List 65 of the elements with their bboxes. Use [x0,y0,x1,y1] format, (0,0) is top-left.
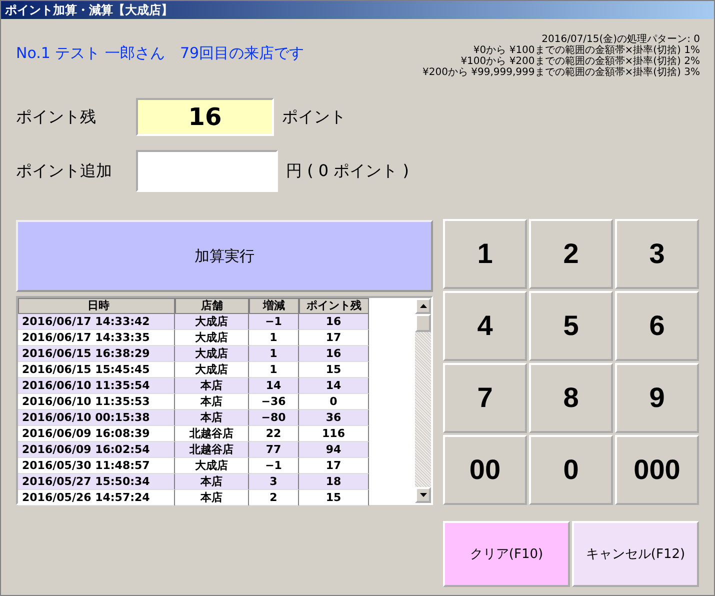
table-cell: 2016/06/10 11:35:54 [18,378,175,394]
clear-button[interactable]: クリア(F10) [443,521,570,587]
keypad-key[interactable]: 7 [443,363,527,433]
rule-text: ¥100から ¥200までの範囲の金額帯×掛率(切捨) 2% [460,56,700,67]
scrollbar[interactable] [415,298,431,503]
table-cell: 36 [299,410,369,426]
table-cell: 2016/06/10 00:15:38 [18,410,175,426]
table-cell: 本店 [175,410,249,426]
table-cell: −80 [249,410,299,426]
table-cell: 14 [299,378,369,394]
column-header[interactable]: 増減 [249,298,299,314]
keypad-key[interactable]: 4 [443,291,527,361]
add-label: ポイント追加 [16,160,113,182]
table-cell: 北越谷店 [175,442,249,458]
table-cell: 大成店 [175,314,249,330]
add-unit: 円 ( 0 ポイント ) [286,160,410,182]
column-header[interactable]: ポイント残 [299,298,369,314]
up-arrow-icon [420,304,426,308]
rule-text: 2016/07/15(金)の処理パターン: 0 [540,34,700,45]
scroll-up-button[interactable] [415,298,431,314]
keypad-key[interactable]: 8 [529,363,613,433]
keypad-key[interactable]: 9 [615,363,699,433]
table-cell: 16 [299,314,369,330]
table-cell: 大成店 [175,346,249,362]
keypad-key[interactable]: 3 [615,219,699,289]
amount-input[interactable] [136,150,278,192]
execute-button[interactable]: 加算実行 [16,220,433,292]
keypad-key[interactable]: 0 [529,435,613,505]
balance-unit: ポイント [282,106,346,128]
table-cell: 2016/05/27 15:50:34 [18,474,175,490]
table-cell: 2016/06/15 16:38:29 [18,346,175,362]
table-cell: 3 [249,474,299,490]
rule-text: ¥200から ¥99,999,999までの範囲の金額帯×掛率(切捨) 3% [422,67,700,78]
balance-label: ポイント残 [16,106,97,128]
table-cell: 1 [249,346,299,362]
table-cell: −1 [249,314,299,330]
keypad-key[interactable]: 6 [615,291,699,361]
table-cell: 77 [249,442,299,458]
table-cell: 2016/06/09 16:02:54 [18,442,175,458]
table-cell: 94 [299,442,369,458]
scroll-down-button[interactable] [415,487,431,503]
table-cell: 2 [249,490,299,506]
table-cell: 2016/05/26 14:57:24 [18,490,175,506]
down-arrow-icon [420,493,426,497]
table-cell: 14 [249,378,299,394]
scroll-thumb[interactable] [415,314,431,332]
column-header[interactable]: 店舗 [175,298,249,314]
table-cell: 18 [299,474,369,490]
window-title: ポイント加算・減算【大成店】 [5,3,173,17]
keypad-key[interactable]: 5 [529,291,613,361]
balance-value: 16 [136,98,274,136]
keypad-key[interactable]: 2 [529,219,613,289]
cancel-button[interactable]: キャンセル(F12) [572,521,699,587]
keypad-key[interactable]: 00 [443,435,527,505]
table-cell: 本店 [175,378,249,394]
table-cell: 本店 [175,474,249,490]
table-cell: 本店 [175,490,249,506]
table-cell: 16 [299,346,369,362]
keypad-key[interactable]: 1 [443,219,527,289]
keypad-key[interactable]: 000 [615,435,699,505]
rule-text: ¥0から ¥100までの範囲の金額帯×掛率(切捨) 1% [472,45,700,56]
column-header[interactable]: 日時 [18,298,175,314]
table-cell: 2016/06/17 14:33:42 [18,314,175,330]
customer-text: No.1 テスト 一郎さん 79回目の来店です [16,44,304,63]
table-cell: 15 [299,490,369,506]
